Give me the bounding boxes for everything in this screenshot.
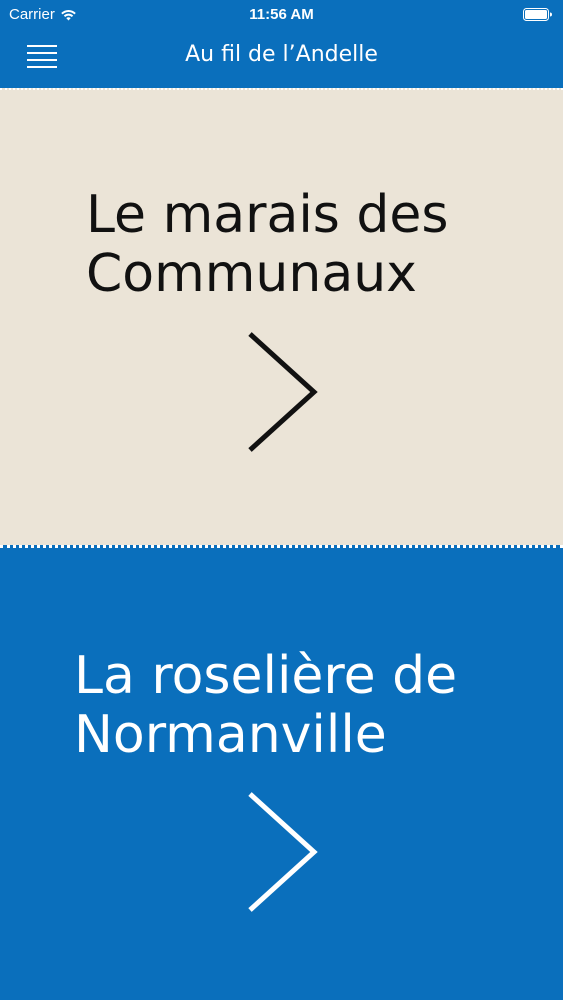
battery-icon [523,8,552,21]
chevron-right-icon [248,792,318,912]
nav-bar: Au fil de l’Andelle [0,30,563,88]
card-title: La roselière de Normanville [74,646,458,765]
card-roseliere-de-normanville[interactable]: La roselière de Normanville [0,545,563,1000]
page-title: Au fil de l’Andelle [185,42,378,67]
status-bar: Carrier 11:56 AM [0,0,563,30]
card-title: Le marais des Communaux [86,185,449,304]
card-marais-des-communaux[interactable]: Le marais des Communaux [0,88,563,545]
chevron-right-icon [248,332,318,452]
status-time: 11:56 AM [249,6,314,23]
